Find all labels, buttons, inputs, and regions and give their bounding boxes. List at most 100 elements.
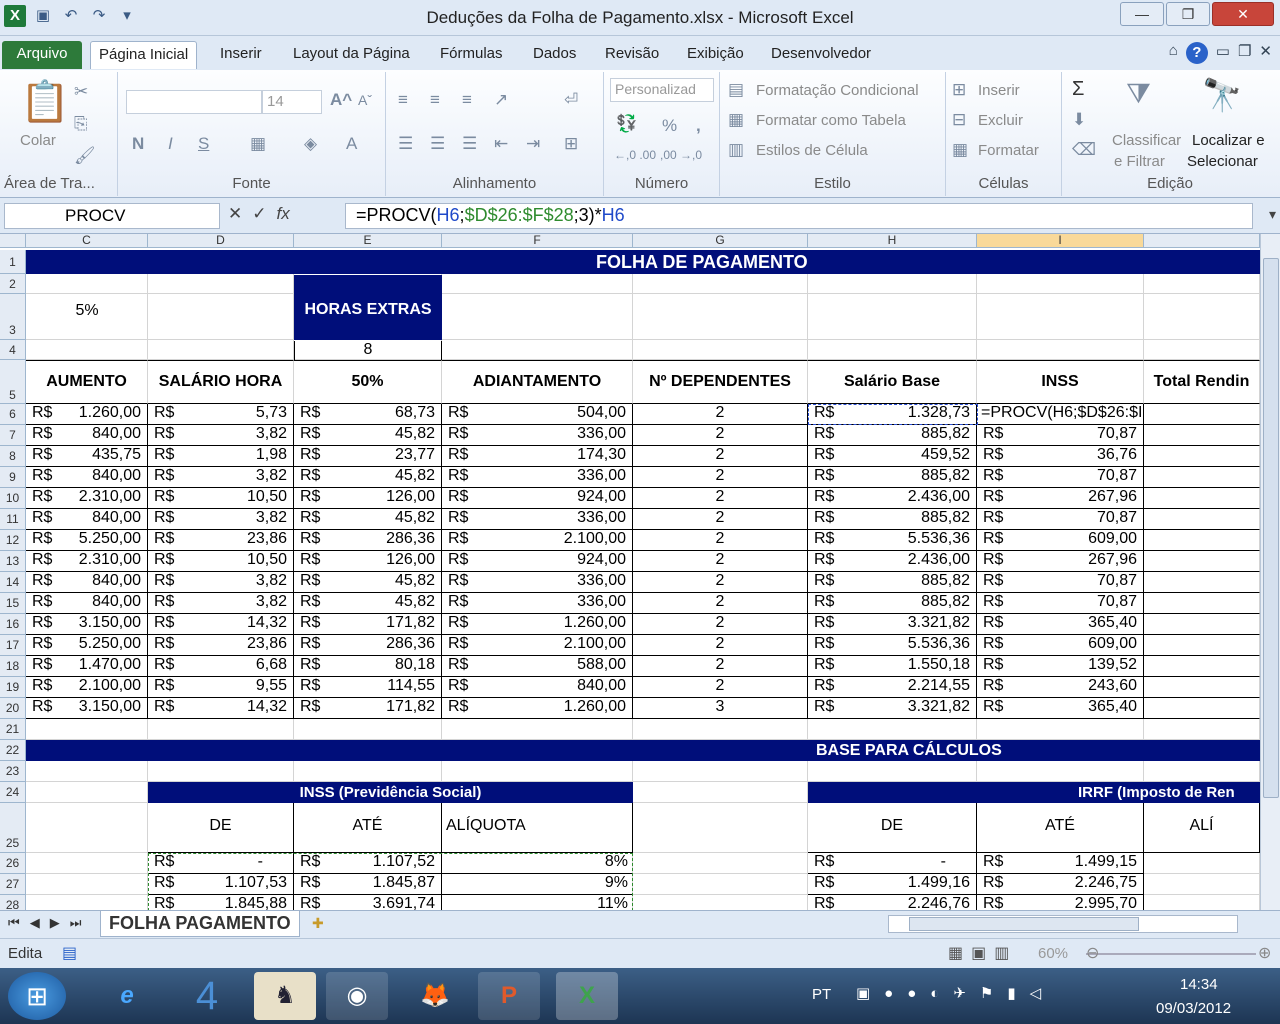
close-button[interactable]: ✕ — [1212, 2, 1274, 26]
money-cell[interactable]: R$ 924,00 — [442, 551, 633, 572]
excel-icon[interactable]: X — [556, 972, 618, 1020]
dependents-cell[interactable]: 2 — [633, 467, 808, 488]
find-select-label-2[interactable]: Selecionar — [1187, 153, 1258, 170]
column-title[interactable]: 50% — [294, 360, 442, 404]
grid-cell[interactable] — [977, 719, 1144, 740]
row-header[interactable]: 16 — [0, 614, 26, 635]
grow-font-icon[interactable]: A^ — [330, 90, 352, 110]
grid-cell[interactable] — [1144, 274, 1260, 294]
column-header-F[interactable]: F — [442, 234, 633, 248]
help-icon[interactable]: ? — [1185, 42, 1208, 64]
money-cell[interactable]: R$ 45,82 — [294, 467, 442, 488]
format-painter-icon[interactable]: 🖌 — [74, 146, 96, 166]
percent-value[interactable]: 5% — [26, 302, 148, 320]
row-header[interactable]: 23 — [0, 761, 26, 782]
formula-input[interactable]: =PROCV(H6;$D$26:$F$28;3)*H6 — [345, 203, 1253, 229]
firefox-icon[interactable]: 🦊 — [404, 972, 466, 1020]
grid-cell[interactable] — [148, 340, 294, 360]
total-cell[interactable] — [1144, 530, 1260, 551]
tab-pagina-inicial[interactable]: Página Inicial — [90, 41, 198, 69]
game-icon[interactable]: ♞ — [254, 972, 316, 1020]
money-cell[interactable]: R$ 336,00 — [442, 425, 633, 446]
column-title[interactable]: INSS — [977, 360, 1144, 404]
column-header-G[interactable]: G — [633, 234, 808, 248]
clock-time[interactable]: 14:34 — [1180, 976, 1218, 993]
irrf-value[interactable]: R$ - — [808, 853, 977, 874]
dependents-cell[interactable]: 2 — [633, 425, 808, 446]
comma-button[interactable]: , — [696, 116, 701, 136]
row-header[interactable]: 27 — [0, 874, 26, 895]
money-cell[interactable]: R$ 3,82 — [148, 572, 294, 593]
grid-cell[interactable] — [808, 294, 977, 340]
merge-center-icon[interactable]: ⊞ — [564, 134, 578, 154]
dependents-cell[interactable]: 2 — [633, 404, 808, 425]
row-header[interactable]: 4 — [0, 340, 26, 360]
money-cell[interactable]: R$ 45,82 — [294, 509, 442, 530]
dependents-cell[interactable]: 2 — [633, 635, 808, 656]
money-cell[interactable]: R$ 885,82 — [808, 572, 977, 593]
grid-cell[interactable] — [442, 719, 633, 740]
grid-cell[interactable] — [26, 719, 148, 740]
tab-revisao[interactable]: Revisão — [597, 41, 667, 69]
money-cell[interactable]: R$ 885,82 — [808, 467, 977, 488]
paste-button[interactable]: Colar — [20, 132, 56, 149]
dependents-cell[interactable]: 2 — [633, 677, 808, 698]
money-cell[interactable]: R$ 3.321,82 — [808, 614, 977, 635]
workbook-minimize-icon[interactable]: ▭ — [1216, 42, 1230, 64]
dependents-cell[interactable]: 2 — [633, 656, 808, 677]
cancel-icon[interactable]: ✕ — [228, 204, 242, 224]
money-cell[interactable]: R$ 609,00 — [977, 530, 1144, 551]
grid-cell[interactable] — [26, 895, 148, 910]
column-title[interactable]: Total Rendin — [1144, 360, 1260, 404]
money-cell[interactable]: R$ 174,30 — [442, 446, 633, 467]
money-cell[interactable]: R$ 70,87 — [977, 593, 1144, 614]
wrap-text-icon[interactable]: ⏎ — [564, 90, 578, 110]
money-cell[interactable]: R$ 114,55 — [294, 677, 442, 698]
money-cell[interactable]: R$ 2.214,55 — [808, 677, 977, 698]
money-cell[interactable]: R$ 243,60 — [977, 677, 1144, 698]
row-header[interactable]: 20 — [0, 698, 26, 719]
grid-cell[interactable] — [633, 294, 808, 340]
row-header[interactable]: 21 — [0, 719, 26, 740]
money-cell[interactable]: R$ 3.150,00 — [26, 698, 148, 719]
zoom-out-icon[interactable]: ⊖ — [1086, 943, 1099, 963]
column-header-C[interactable]: C — [26, 234, 148, 248]
total-cell[interactable] — [1144, 551, 1260, 572]
row-header[interactable]: 14 — [0, 572, 26, 593]
macro-record-icon[interactable]: ▤ — [62, 943, 77, 963]
zoom-slider[interactable] — [1086, 953, 1256, 955]
row-header[interactable]: 5 — [0, 360, 26, 404]
grid-cell[interactable] — [442, 274, 633, 294]
money-cell[interactable]: R$ 3,82 — [148, 425, 294, 446]
grid-cell[interactable] — [633, 274, 808, 294]
money-cell[interactable]: R$ 885,82 — [808, 509, 977, 530]
column-header-I[interactable]: I — [977, 234, 1144, 248]
money-cell[interactable]: R$ 840,00 — [26, 467, 148, 488]
money-cell[interactable]: R$ 2.100,00 — [26, 677, 148, 698]
zoom-level[interactable]: 60% — [1038, 945, 1068, 962]
shrink-font-icon[interactable]: Aˇ — [358, 92, 372, 108]
hscroll-thumb[interactable] — [909, 917, 1139, 931]
money-cell[interactable]: R$ 2.310,00 — [26, 488, 148, 509]
money-cell[interactable]: R$ 2.436,00 — [808, 551, 977, 572]
money-cell[interactable]: R$ 459,52 — [808, 446, 977, 467]
irrf-header[interactable]: ALÍ — [1144, 803, 1260, 853]
font-name-combo[interactable] — [126, 90, 262, 114]
grid-cell[interactable] — [442, 340, 633, 360]
money-cell[interactable]: R$ 171,82 — [294, 614, 442, 635]
zoom-in-icon[interactable]: ⊕ — [1258, 943, 1271, 963]
money-cell[interactable]: R$ 336,00 — [442, 509, 633, 530]
column-header-H[interactable]: H — [808, 234, 977, 248]
grid-cell[interactable] — [633, 874, 808, 895]
money-cell[interactable]: R$ 336,00 — [442, 593, 633, 614]
dependents-cell[interactable]: 2 — [633, 488, 808, 509]
grid-cell[interactable] — [1144, 874, 1260, 895]
editing-cell-i6[interactable]: =PROCV(H6;$D$26:$I — [977, 404, 1144, 425]
column-header-j[interactable] — [1144, 234, 1260, 248]
format-cells-button[interactable]: Formatar — [978, 142, 1039, 159]
money-cell[interactable]: R$ 70,87 — [977, 425, 1144, 446]
row-header[interactable]: 25 — [0, 803, 26, 853]
money-cell[interactable]: R$ 267,96 — [977, 488, 1144, 509]
money-cell[interactable]: R$ 286,36 — [294, 635, 442, 656]
tab-formulas[interactable]: Fórmulas — [432, 41, 511, 69]
